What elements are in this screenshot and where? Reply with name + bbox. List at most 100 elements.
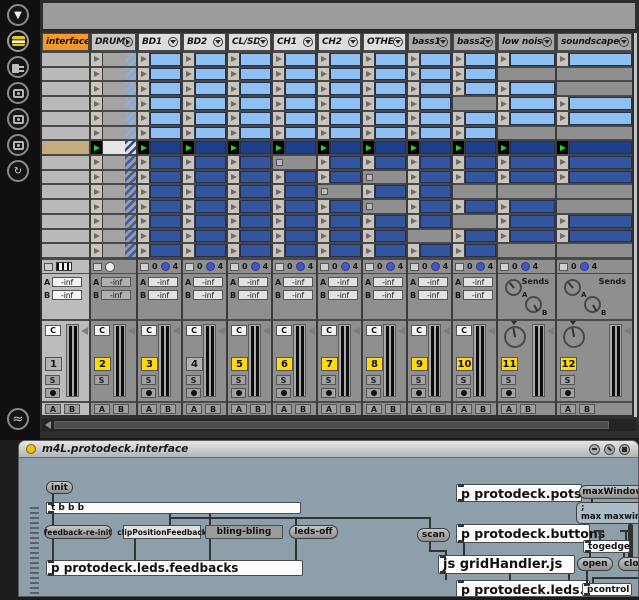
clip-body[interactable] [285, 127, 316, 140]
clip-launch-button[interactable] [408, 200, 420, 213]
clip-launch-button[interactable] [557, 53, 569, 66]
clip-body[interactable] [510, 171, 555, 184]
clip-slot[interactable] [363, 215, 406, 228]
send-value-box[interactable]: -inf [283, 290, 313, 300]
arm-button[interactable] [231, 388, 246, 398]
clip-launch-button[interactable] [408, 112, 420, 125]
arm-button[interactable] [141, 388, 156, 398]
clip-body[interactable] [510, 112, 555, 125]
fader-grab-icon[interactable] [443, 327, 450, 335]
crossfade-b-button[interactable]: B [295, 404, 311, 414]
clip-launch-button[interactable] [91, 127, 103, 140]
clip-launch-button[interactable] [91, 112, 103, 125]
clip-body[interactable] [195, 200, 226, 213]
clip-body[interactable] [240, 244, 271, 257]
clip-launch-button[interactable] [138, 215, 150, 228]
clip-body[interactable] [240, 200, 271, 213]
send-a-knob[interactable] [505, 279, 522, 296]
clip-slot[interactable] [183, 53, 226, 66]
max-box-scan[interactable]: scan [417, 528, 450, 542]
clip-launch-button[interactable] [228, 53, 240, 66]
clip-launch-button[interactable] [228, 171, 240, 184]
clip-body[interactable] [569, 112, 632, 125]
clip-slot[interactable] [42, 230, 89, 243]
fader-grab-icon[interactable] [128, 327, 135, 335]
clip-body[interactable] [330, 82, 361, 95]
clip-slot[interactable] [183, 200, 226, 213]
track-activator-checkbox[interactable] [275, 263, 284, 271]
clip-body[interactable] [510, 97, 555, 110]
clip-launch-button[interactable] [453, 230, 465, 243]
crossfade-a-button[interactable]: A [501, 404, 517, 414]
clip-launch-button[interactable] [273, 53, 285, 66]
clip-launch-button[interactable] [138, 156, 150, 169]
file-browser-2-icon[interactable] [7, 108, 29, 130]
clip-body[interactable] [510, 230, 555, 243]
track-activator-number[interactable]: 4 [186, 357, 203, 371]
clip-launch-button[interactable] [91, 244, 103, 257]
max-box-leds-grid[interactable]: p protodeck.leds.grid [456, 580, 590, 597]
clip-launch-button[interactable] [91, 53, 103, 66]
clip-launch-button[interactable] [273, 97, 285, 110]
clip-slot[interactable] [318, 53, 361, 66]
arm-button[interactable] [366, 388, 381, 398]
arm-button[interactable] [411, 388, 426, 398]
clip-slot[interactable] [557, 200, 632, 213]
clip-launch-button[interactable] [363, 68, 375, 81]
clip-body[interactable] [240, 127, 271, 140]
clip-launch-button[interactable] [91, 82, 103, 95]
clip-stop-button[interactable] [276, 159, 283, 166]
solo-button[interactable]: S [276, 375, 291, 385]
clip-body[interactable] [420, 185, 451, 198]
clip-launch-button[interactable] [453, 127, 465, 140]
clip-launch-button[interactable] [183, 215, 195, 228]
clip-body[interactable] [569, 230, 632, 243]
clip-slot[interactable] [557, 230, 632, 243]
clip-slot[interactable] [91, 141, 136, 154]
clip-launch-button[interactable] [363, 156, 375, 169]
clip-slot[interactable] [42, 97, 89, 110]
stop-all-clips-icon[interactable] [393, 37, 403, 47]
clip-launch-button[interactable] [138, 185, 150, 198]
clip-launch-button[interactable] [228, 112, 240, 125]
clip-slot[interactable] [228, 230, 271, 243]
clip-slot[interactable] [273, 230, 316, 243]
track-activator-number[interactable]: 2 [94, 357, 111, 371]
clip-body[interactable] [420, 244, 451, 257]
clip-slot[interactable] [183, 141, 226, 154]
clip-slot[interactable] [91, 82, 136, 95]
clip-launch-button[interactable] [557, 171, 569, 184]
send-value-box[interactable]: -inf [463, 277, 493, 287]
clip-slot[interactable] [498, 200, 555, 213]
clip-slot[interactable] [453, 156, 496, 169]
pan-knob[interactable] [563, 326, 585, 348]
track-header[interactable]: OTHER [363, 33, 406, 51]
clip-slot[interactable] [318, 171, 361, 184]
crossfade-a-button[interactable]: A [321, 404, 337, 414]
clip-slot[interactable] [453, 127, 496, 140]
track-header[interactable]: bass2 [453, 33, 496, 51]
clip-launch-button[interactable] [318, 112, 330, 125]
max-box-togedge[interactable]: togedge [583, 540, 630, 553]
track-header[interactable]: soundscape1 [557, 33, 632, 51]
clip-body[interactable] [195, 97, 226, 110]
stop-all-clips-icon[interactable] [258, 37, 268, 47]
clip-slot[interactable] [91, 200, 136, 213]
clip-slot[interactable] [363, 200, 406, 213]
clip-body[interactable] [195, 230, 226, 243]
clip-launch-button[interactable] [138, 141, 150, 154]
clip-launch-button[interactable] [363, 185, 375, 198]
clip-slot[interactable] [138, 244, 181, 257]
pan-center-box[interactable]: C [276, 325, 292, 336]
clip-launch-button[interactable] [183, 127, 195, 140]
track-header[interactable]: BD1 [138, 33, 181, 51]
clip-launch-button[interactable] [228, 82, 240, 95]
clip-slot[interactable] [228, 185, 271, 198]
patcher-mode-icon[interactable] [604, 444, 615, 455]
clip-slot[interactable] [363, 97, 406, 110]
maximize-icon[interactable] [619, 444, 630, 455]
clip-launch-button[interactable] [498, 112, 510, 125]
clip-slot[interactable] [228, 127, 271, 140]
clip-slot[interactable] [91, 215, 136, 228]
crossfade-a-button[interactable]: A [276, 404, 292, 414]
